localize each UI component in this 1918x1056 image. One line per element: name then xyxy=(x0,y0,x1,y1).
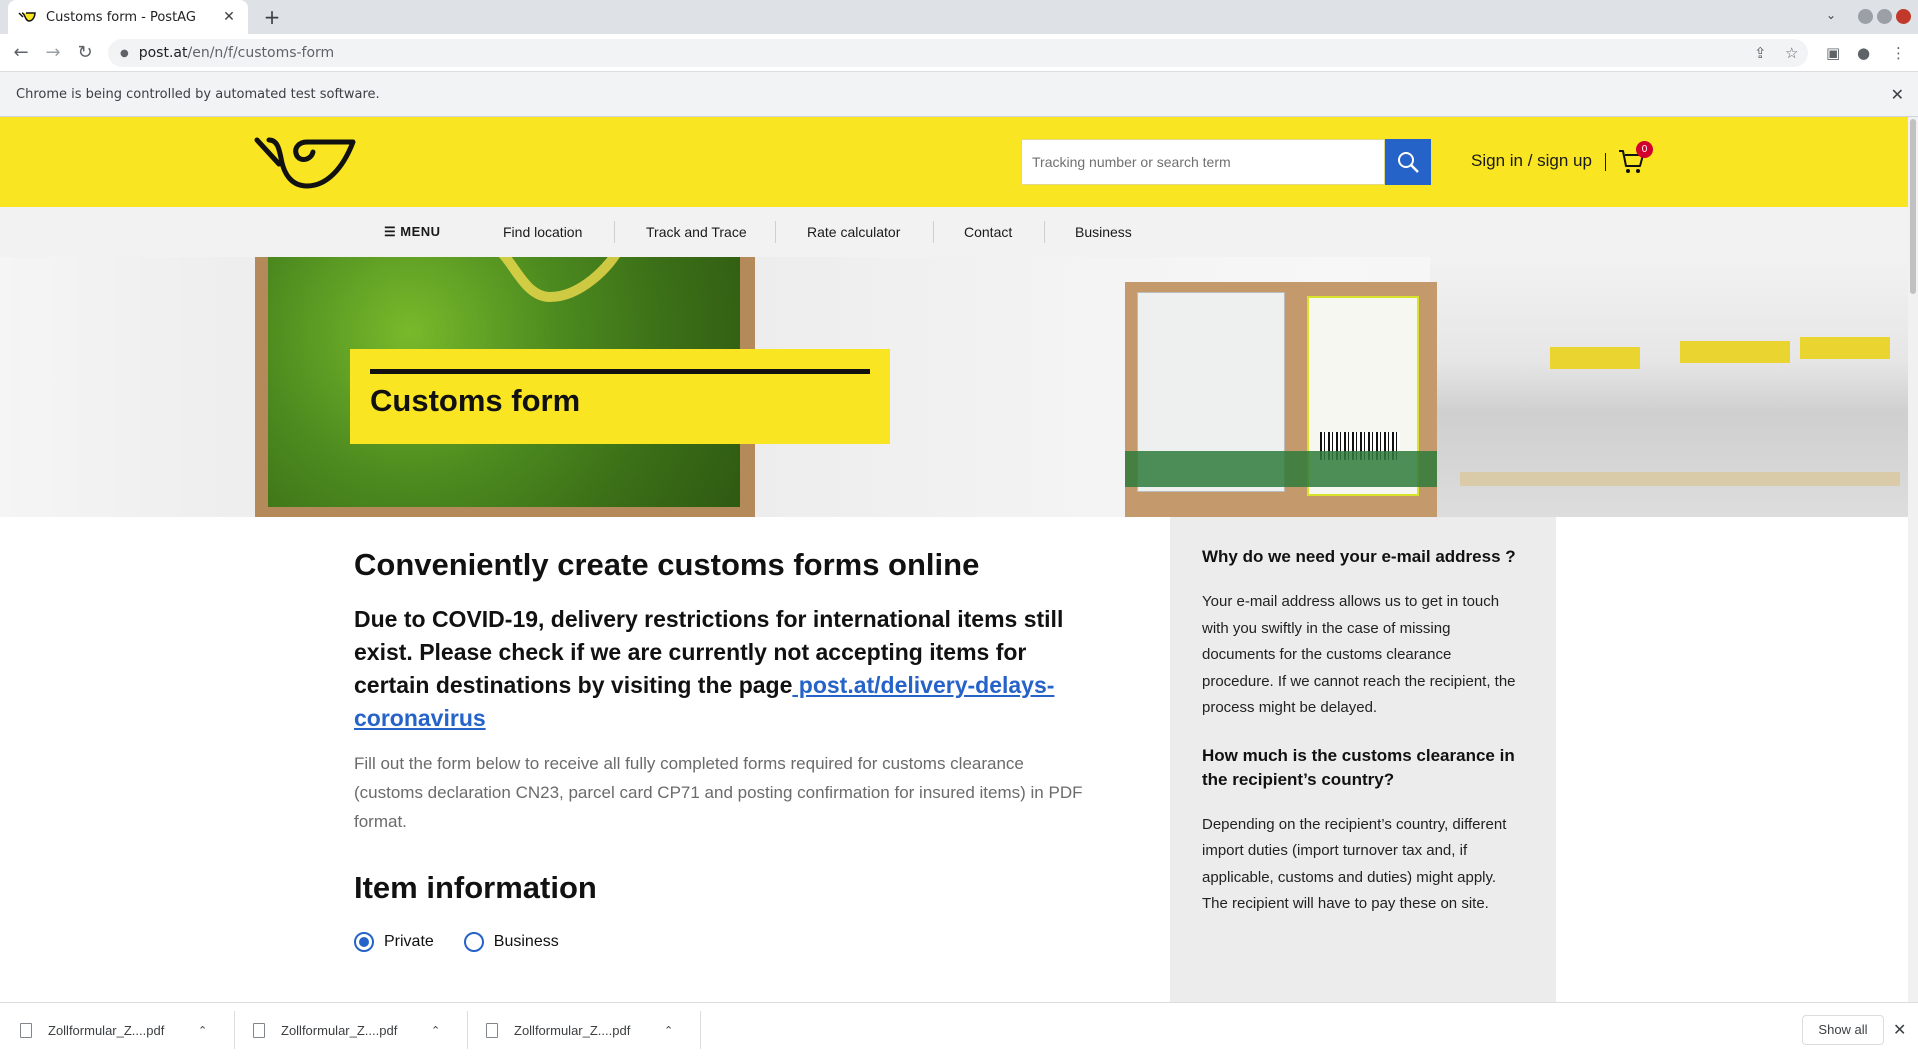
download-shelf: Zollformular_Z....pdf ⌃ Zollformular_Z..… xyxy=(0,1002,1918,1056)
radio-business-indicator[interactable] xyxy=(463,932,484,952)
chevron-up-icon[interactable]: ⌃ xyxy=(664,1024,673,1037)
sidebar-answer-customs-cost: Depending on the recipient’s country, di… xyxy=(1202,815,1507,913)
main-content: Conveniently create customs forms online… xyxy=(354,547,1094,952)
search-input[interactable] xyxy=(1021,139,1385,185)
menu-button[interactable]: ☰ MENU xyxy=(384,207,441,257)
hamburger-icon: ☰ xyxy=(384,224,397,239)
main-navigation: ☰ MENU Find location Track and Trace Rat… xyxy=(0,207,1908,257)
tab-search-chevron-icon[interactable]: ⌄ xyxy=(1826,8,1836,22)
sidebar-question-email: Why do we need your e-mail address ? xyxy=(1202,547,1516,566)
browser-toolbar: ← → ↻ ● post.at/en/n/f/customs-form ⇪ ☆ … xyxy=(0,34,1918,72)
nav-item-rate-calculator[interactable]: Rate calculator xyxy=(807,207,900,257)
browser-tab-bar: Customs form - PostAG ✕ + ⌄ xyxy=(0,0,1918,34)
download-filename: Zollformular_Z....pdf xyxy=(514,1022,631,1038)
nav-separator xyxy=(1044,221,1045,243)
chevron-up-icon[interactable]: ⌃ xyxy=(198,1024,207,1037)
radio-business-label: Business xyxy=(493,933,559,950)
show-all-downloads-button[interactable]: Show all xyxy=(1802,1015,1884,1045)
file-icon xyxy=(20,1022,32,1038)
page-viewport: Sign in / sign up 0 ☰ MENU Find location… xyxy=(0,117,1908,1002)
radio-private[interactable]: Private xyxy=(354,932,434,952)
intro-paragraph: Fill out the form below to receive all f… xyxy=(354,754,1083,831)
hero-banner xyxy=(0,257,1908,517)
sidebar-question-customs-cost: How much is the customs clearance in the… xyxy=(1202,745,1515,789)
hero-parcel-image xyxy=(1125,282,1437,517)
nav-item-find-location[interactable]: Find location xyxy=(503,207,582,257)
site-header: Sign in / sign up 0 xyxy=(0,117,1908,207)
radio-private-indicator[interactable] xyxy=(354,932,374,952)
hero-title-box: Customs form xyxy=(350,349,890,444)
nav-separator xyxy=(614,221,615,243)
nav-separator xyxy=(933,221,934,243)
download-separator xyxy=(467,1011,468,1049)
search-icon xyxy=(1398,152,1419,173)
radio-business[interactable]: Business xyxy=(463,932,559,952)
url-host: post.at xyxy=(138,45,188,61)
nav-item-contact[interactable]: Contact xyxy=(964,207,1012,257)
customer-type-radio-group: Private Business xyxy=(354,932,1094,952)
scrollbar-thumb[interactable] xyxy=(1910,119,1916,294)
download-separator xyxy=(700,1011,701,1049)
browser-menu-icon[interactable]: ⋮ xyxy=(1891,44,1906,62)
browser-tab[interactable]: Customs form - PostAG ✕ xyxy=(8,0,248,34)
url-path: /en/n/f/customs-form xyxy=(187,45,335,61)
hero-shop-background-image xyxy=(1430,257,1908,517)
automation-infobar: Chrome is being controlled by automated … xyxy=(0,72,1918,117)
maximize-button[interactable] xyxy=(1877,9,1892,24)
forward-arrow-icon[interactable]: → xyxy=(42,42,64,64)
address-bar[interactable]: ● post.at/en/n/f/customs-form xyxy=(108,39,1808,67)
post-favicon-icon xyxy=(18,11,36,23)
chevron-up-icon[interactable]: ⌃ xyxy=(431,1024,440,1037)
page-title: Customs form xyxy=(370,383,581,418)
item-information-heading: Item information xyxy=(354,870,597,905)
download-filename: Zollformular_Z....pdf xyxy=(281,1022,398,1038)
profile-avatar-icon[interactable]: ● xyxy=(1857,44,1870,62)
sign-in-link[interactable]: Sign in / sign up xyxy=(1471,151,1592,171)
nav-item-track-and-trace[interactable]: Track and Trace xyxy=(646,207,747,257)
file-icon xyxy=(486,1022,498,1038)
download-item[interactable]: Zollformular_Z....pdf ⌃ xyxy=(486,1003,673,1056)
reload-icon[interactable]: ↻ xyxy=(74,42,96,64)
download-shelf-close-icon[interactable]: ✕ xyxy=(1893,1020,1906,1039)
download-filename: Zollformular_Z....pdf xyxy=(48,1022,165,1038)
content-heading: Conveniently create customs forms online xyxy=(354,547,980,582)
minimize-button[interactable] xyxy=(1858,9,1873,24)
page-scrollbar[interactable] xyxy=(1908,117,1918,1002)
download-item[interactable]: Zollformular_Z....pdf ⌃ xyxy=(253,1003,440,1056)
header-divider xyxy=(1605,153,1606,171)
new-tab-button[interactable]: + xyxy=(260,5,284,29)
file-icon xyxy=(253,1022,265,1038)
menu-label: MENU xyxy=(400,224,441,239)
infobar-close-icon[interactable]: ✕ xyxy=(1891,85,1904,104)
download-separator xyxy=(234,1011,235,1049)
cart-count-badge: 0 xyxy=(1636,141,1653,158)
search-form xyxy=(1021,139,1431,185)
share-icon[interactable]: ⇪ xyxy=(1754,44,1767,62)
lock-icon: ● xyxy=(120,47,129,59)
sidebar-answer-email: Your e-mail address allows us to get in … xyxy=(1202,593,1516,716)
infobar-text: Chrome is being controlled by automated … xyxy=(16,86,380,102)
radio-private-label: Private xyxy=(384,933,434,950)
close-window-button[interactable] xyxy=(1896,9,1911,24)
side-panel-icon[interactable]: ▣ xyxy=(1826,44,1840,62)
nav-separator xyxy=(775,221,776,243)
covid-notice: Due to COVID-19, delivery restrictions f… xyxy=(354,603,1094,735)
tab-title: Customs form - PostAG xyxy=(46,9,196,25)
back-arrow-icon[interactable]: ← xyxy=(10,42,32,64)
info-sidebar: Why do we need your e-mail address ? You… xyxy=(1170,517,1556,1002)
search-button[interactable] xyxy=(1385,139,1431,185)
nav-item-business[interactable]: Business xyxy=(1075,207,1132,257)
tab-close-icon[interactable]: ✕ xyxy=(220,9,238,25)
bookmark-star-icon[interactable]: ☆ xyxy=(1785,44,1798,62)
post-logo-icon[interactable] xyxy=(253,134,357,190)
moss-post-logo-icon xyxy=(498,257,620,303)
download-item[interactable]: Zollformular_Z....pdf ⌃ xyxy=(20,1003,207,1056)
hero-title-rule xyxy=(370,369,870,374)
